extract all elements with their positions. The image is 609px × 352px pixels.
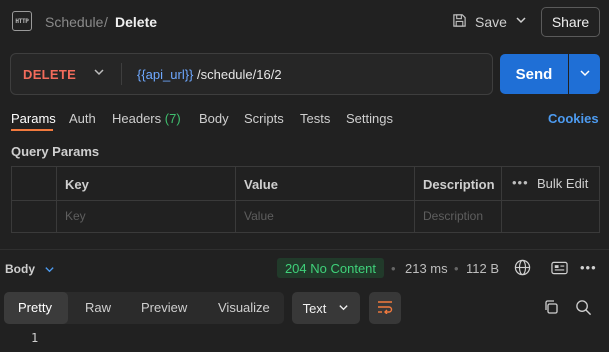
bulk-edit-button[interactable]: Bulk Edit xyxy=(537,176,588,191)
view-visualize-tab[interactable]: Visualize xyxy=(218,300,270,315)
save-label: Save xyxy=(475,14,507,30)
headers-count-badge: (7) xyxy=(164,111,181,126)
query-params-table: Key Value Description ••• Bulk Edit Key … xyxy=(11,166,600,233)
send-button[interactable]: Send xyxy=(500,54,568,94)
separator-dot: • xyxy=(454,261,459,276)
share-button[interactable]: Share xyxy=(541,7,600,37)
save-icon xyxy=(452,13,467,31)
view-raw-tab[interactable]: Raw xyxy=(85,300,111,315)
url-bar: DELETE {{api_url}} /schedule/16/2 xyxy=(10,53,493,95)
response-body-select[interactable]: Body xyxy=(5,262,35,276)
query-params-title: Query Params xyxy=(11,144,100,159)
tab-active-indicator xyxy=(11,129,53,131)
view-preview-tab[interactable]: Preview xyxy=(141,300,187,315)
column-header-value: Value xyxy=(244,177,278,192)
copy-icon[interactable] xyxy=(543,299,559,318)
url-input[interactable]: /schedule/16/2 xyxy=(197,67,282,82)
save-button[interactable]: Save xyxy=(452,13,507,31)
cookies-link[interactable]: Cookies xyxy=(548,111,599,126)
page-title[interactable]: Delete xyxy=(115,14,157,30)
tab-settings[interactable]: Settings xyxy=(346,111,393,126)
tab-scripts[interactable]: Scripts xyxy=(244,111,284,126)
table-divider xyxy=(235,167,236,232)
breadcrumb-separator: / xyxy=(104,14,108,30)
column-header-key: Key xyxy=(65,177,89,192)
chevron-down-icon xyxy=(338,301,349,316)
tab-headers-label: Headers xyxy=(112,111,162,126)
line-number: 1 xyxy=(31,331,39,345)
description-input[interactable]: Description xyxy=(423,209,483,223)
key-input[interactable]: Key xyxy=(65,209,86,223)
wrap-lines-button[interactable] xyxy=(369,292,401,324)
more-options-icon[interactable]: ••• xyxy=(580,260,597,275)
table-divider xyxy=(414,167,415,232)
tab-params[interactable]: Params xyxy=(11,111,56,126)
response-time[interactable]: 213 ms xyxy=(405,261,448,276)
search-icon[interactable] xyxy=(575,299,592,319)
table-divider xyxy=(56,167,57,232)
more-options-icon[interactable]: ••• xyxy=(512,175,529,190)
format-label: Text xyxy=(302,300,327,316)
chevron-down-icon xyxy=(579,67,591,82)
status-badge[interactable]: 204 No Content xyxy=(277,258,384,278)
view-pretty-tab[interactable]: Pretty xyxy=(18,300,52,315)
chevron-down-icon[interactable] xyxy=(44,263,55,278)
http-icon: HTTP xyxy=(12,11,32,31)
url-divider xyxy=(121,63,122,85)
table-divider xyxy=(12,200,599,201)
format-select[interactable]: Text xyxy=(292,292,360,324)
wrap-lines-icon xyxy=(377,300,393,317)
globe-icon[interactable] xyxy=(514,259,531,279)
send-options-button[interactable] xyxy=(569,54,600,94)
tab-headers[interactable]: Headers (7) xyxy=(112,111,181,126)
column-header-description: Description xyxy=(423,177,495,192)
tab-auth[interactable]: Auth xyxy=(69,111,96,126)
method-select[interactable]: DELETE xyxy=(23,67,76,82)
value-input[interactable]: Value xyxy=(244,209,274,223)
tab-tests[interactable]: Tests xyxy=(300,111,330,126)
method-chevron-down-icon[interactable] xyxy=(93,66,105,81)
url-variable[interactable]: {{api_url}} xyxy=(137,67,193,82)
breadcrumb-collection[interactable]: Schedule xyxy=(45,14,103,30)
row-checkbox[interactable] xyxy=(28,207,42,221)
separator-dot: • xyxy=(391,261,396,276)
save-options-chevron-icon[interactable] xyxy=(515,14,527,29)
table-divider xyxy=(501,167,502,232)
tab-body[interactable]: Body xyxy=(199,111,229,126)
response-size[interactable]: 112 B xyxy=(466,261,499,276)
save-example-icon[interactable] xyxy=(551,261,568,278)
response-divider xyxy=(0,249,609,250)
